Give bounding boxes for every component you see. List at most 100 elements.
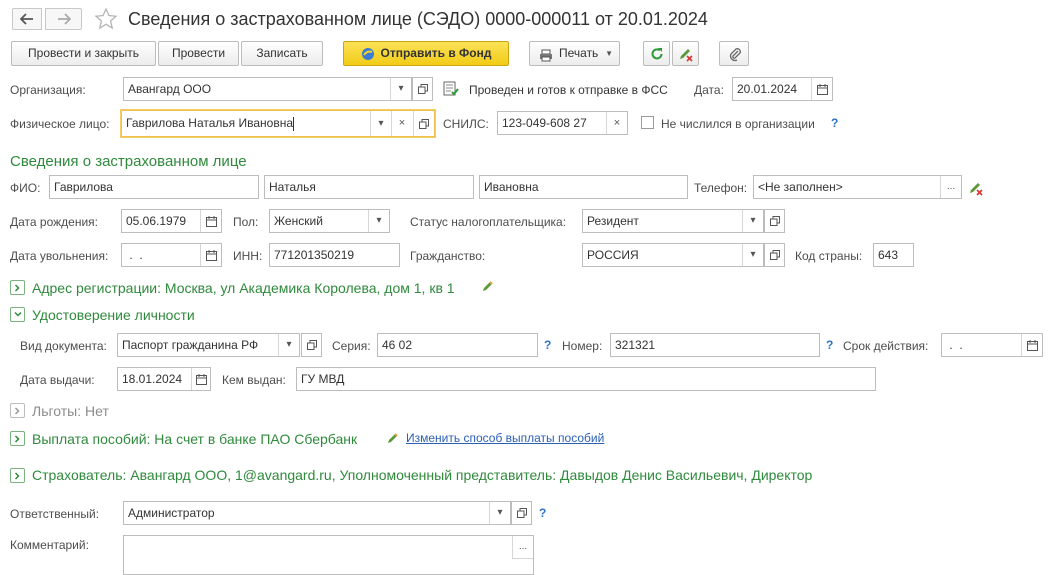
refresh-button[interactable] (643, 41, 670, 66)
not-in-org-checkbox[interactable] (641, 116, 654, 129)
benefits-section-title[interactable]: Льготы: Нет (32, 402, 109, 420)
snils-input[interactable]: 123-049-608 27 × (497, 111, 628, 135)
middle-name-input[interactable]: Ивановна (479, 175, 688, 199)
first-name-input[interactable]: Наталья (264, 175, 474, 199)
open-window-icon (417, 84, 428, 94)
responsible-input[interactable]: Администратор ▾ (123, 501, 511, 525)
fio-label: ФИО: (10, 181, 41, 195)
doc-type-open-button[interactable] (301, 333, 322, 357)
forward-button[interactable] (45, 8, 82, 30)
person-clear-button[interactable]: × (391, 111, 412, 136)
open-window-icon (306, 340, 317, 350)
org-open-button[interactable] (412, 77, 433, 101)
number-input[interactable]: 321321 (610, 333, 820, 357)
issue-calendar-button[interactable] (191, 368, 210, 390)
insured-section-title: Сведения о застрахованном лице (10, 153, 247, 170)
birth-calendar-button[interactable] (200, 210, 221, 232)
series-input[interactable]: 46 02 (377, 333, 538, 357)
attach-button[interactable] (719, 41, 749, 66)
responsible-help-icon[interactable]: ? (539, 506, 546, 520)
date-calendar-button[interactable] (811, 78, 832, 100)
org-dropdown-button[interactable]: ▾ (390, 78, 411, 100)
responsible-open-button[interactable] (511, 501, 532, 525)
date-input[interactable]: 20.01.2024 (732, 77, 833, 101)
issue-date-input[interactable]: 18.01.2024 (117, 367, 211, 391)
issued-by-input[interactable]: ГУ МВД (296, 367, 876, 391)
dismiss-calendar-button[interactable] (200, 244, 221, 266)
open-window-icon (769, 250, 780, 260)
benefits-expand-button[interactable] (10, 403, 25, 418)
chevron-down-icon: ▾ (750, 215, 756, 226)
doc-type-dropdown-button[interactable]: ▾ (278, 334, 299, 356)
org-value: Авангард ООО (128, 82, 212, 96)
comment-input[interactable]: ... (123, 535, 534, 575)
open-window-icon (769, 216, 780, 226)
tax-status-label: Статус налогоплательщика: (410, 215, 567, 229)
sex-select[interactable]: Женский ▾ (269, 209, 390, 233)
org-input[interactable]: Авангард ООО ▾ (123, 77, 412, 101)
refresh-icon (651, 48, 663, 60)
doc-type-input[interactable]: Паспорт гражданина РФ ▾ (117, 333, 300, 357)
post-button[interactable]: Провести (158, 41, 239, 66)
snils-clear-button[interactable]: × (606, 112, 627, 134)
responsible-label: Ответственный: (10, 507, 100, 521)
help-icon[interactable]: ? (831, 116, 838, 130)
citizenship-dropdown-button[interactable]: ▾ (742, 244, 763, 266)
chevron-down-icon: ▾ (376, 215, 382, 226)
tax-status-open-button[interactable] (764, 209, 785, 233)
send-to-fund-button[interactable]: Отправить в Фонд (343, 41, 509, 66)
dismiss-date-input[interactable]: . . (121, 243, 222, 267)
citizenship-open-button[interactable] (764, 243, 785, 267)
responsible-dropdown-button[interactable]: ▾ (489, 502, 510, 524)
favorite-star-icon[interactable] (94, 7, 118, 31)
chevron-down-icon: ▾ (398, 83, 404, 94)
identity-collapse-button[interactable] (10, 307, 25, 322)
insurer-expand-button[interactable] (10, 468, 25, 483)
comment-edit-button[interactable]: ... (512, 536, 533, 559)
number-help-icon[interactable]: ? (826, 338, 833, 352)
payment-expand-button[interactable] (10, 431, 25, 446)
edit-clear-button[interactable] (672, 41, 699, 66)
back-button[interactable] (12, 8, 42, 30)
inn-input[interactable]: 771201350219 (269, 243, 400, 267)
send-fund-icon (361, 46, 375, 60)
save-button[interactable]: Записать (241, 41, 323, 66)
identity-section-title[interactable]: Удостоверение личности (32, 306, 195, 324)
citizenship-input[interactable]: РОССИЯ ▾ (582, 243, 764, 267)
validity-input[interactable]: . . (941, 333, 1043, 357)
person-label: Физическое лицо: (10, 117, 110, 131)
phone-select-button[interactable]: ... (940, 176, 961, 198)
arrow-left-icon (20, 13, 33, 25)
insurer-section-title[interactable]: Страхователь: Авангард ООО, 1@avangard.r… (32, 466, 812, 484)
person-dropdown-button[interactable]: ▾ (370, 111, 391, 136)
phone-input[interactable]: <Не заполнен> ... (753, 175, 962, 199)
open-window-icon (516, 508, 527, 518)
pencil-icon[interactable] (481, 279, 495, 296)
paperclip-icon (729, 48, 741, 62)
date-label: Дата: (694, 83, 724, 97)
person-open-button[interactable] (413, 111, 434, 136)
last-name-input[interactable]: Гаврилова (49, 175, 259, 199)
phone-label: Телефон: (694, 181, 748, 195)
tax-status-dropdown-button[interactable]: ▾ (742, 210, 763, 232)
payment-section-title[interactable]: Выплата пособий: На счет в банке ПАО Сбе… (32, 430, 357, 448)
change-payment-link[interactable]: Изменить способ выплаты пособий (406, 431, 604, 445)
sex-label: Пол: (233, 215, 259, 229)
print-button[interactable]: Печать ▼ (529, 41, 620, 66)
ellipsis-icon: ... (946, 181, 956, 192)
person-input[interactable]: Гаврилова Наталья Ивановна ▾ × (121, 110, 435, 137)
pencil-icon[interactable] (386, 431, 400, 448)
country-code-input[interactable]: 643 (873, 243, 914, 267)
address-expand-button[interactable] (10, 280, 25, 295)
birth-date-input[interactable]: 05.06.1979 (121, 209, 222, 233)
document-title: Сведения о застрахованном лице (СЭДО) 00… (128, 9, 708, 29)
number-value: 321321 (615, 338, 656, 352)
post-and-close-button[interactable]: Провести и закрыть (11, 41, 156, 66)
tax-status-input[interactable]: Резидент ▾ (582, 209, 764, 233)
address-section-title[interactable]: Адрес регистрации: Москва, ул Академика … (32, 279, 455, 297)
series-help-icon[interactable]: ? (544, 338, 551, 352)
phone-edit-clear-button[interactable] (968, 180, 984, 199)
sex-dropdown-button[interactable]: ▾ (368, 210, 389, 232)
validity-calendar-button[interactable] (1021, 334, 1042, 356)
series-value: 46 02 (382, 338, 413, 352)
